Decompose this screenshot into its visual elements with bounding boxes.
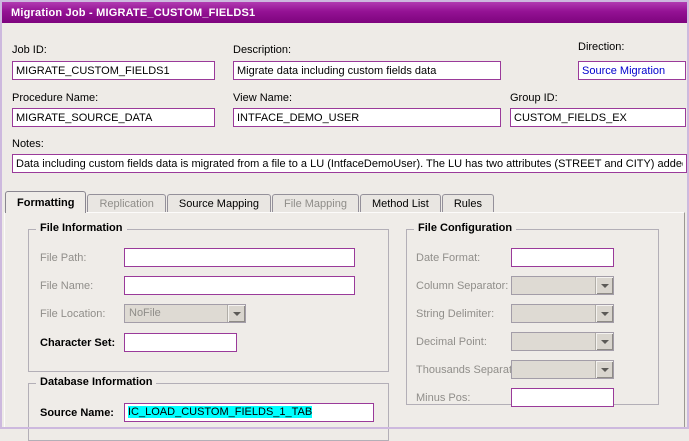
source-name-label: Source Name: (40, 407, 114, 419)
thousands-separator-value (512, 361, 595, 378)
decimal-point-value (512, 333, 595, 350)
view-name-label: View Name: (233, 92, 293, 104)
procedure-name-input[interactable] (12, 108, 215, 127)
tab-file-mapping[interactable]: File Mapping (271, 194, 359, 212)
file-name-label: File Name: (40, 280, 94, 292)
file-name-input[interactable] (124, 276, 355, 295)
direction-input[interactable] (578, 61, 686, 80)
column-separator-select[interactable] (511, 276, 614, 295)
string-delimiter-select[interactable] (511, 304, 614, 323)
file-location-label: File Location: (40, 308, 106, 320)
source-name-input[interactable]: IC_LOAD_CUSTOM_FIELDS_1_TAB (124, 403, 374, 422)
thousands-separator-dropdown-button[interactable] (595, 361, 613, 378)
column-separator-dropdown-button[interactable] (595, 277, 613, 294)
decimal-point-label: Decimal Point: (416, 336, 487, 348)
file-configuration-title: File Configuration (414, 222, 517, 235)
tab-formatting[interactable]: Formatting (5, 191, 87, 213)
notes-label: Notes: (12, 138, 44, 150)
column-separator-label: Column Separator: (416, 280, 509, 292)
notes-input[interactable] (12, 154, 687, 173)
file-path-label: File Path: (40, 252, 87, 264)
string-delimiter-label: String Delimiter: (416, 308, 495, 320)
file-location-dropdown-button[interactable] (227, 305, 245, 322)
window-titlebar[interactable]: Migration Job - MIGRATE_CUSTOM_FIELDS1 (2, 2, 687, 23)
view-name-input[interactable] (233, 108, 501, 127)
thousands-separator-label: Thousands Separator (416, 364, 522, 376)
description-input[interactable] (233, 61, 501, 80)
job-id-label: Job ID: (12, 44, 47, 56)
column-separator-value (512, 277, 595, 294)
minus-pos-input[interactable] (511, 388, 614, 407)
minus-pos-label: Minus Pos: (416, 392, 471, 404)
direction-label: Direction: (578, 41, 625, 53)
tab-strip: Formatting Replication Source Mapping Fi… (5, 191, 495, 213)
decimal-point-dropdown-button[interactable] (595, 333, 613, 350)
chevron-down-icon (600, 367, 609, 372)
decimal-point-select[interactable] (511, 332, 614, 351)
file-information-title: File Information (36, 222, 127, 235)
character-set-label: Character Set: (40, 337, 116, 349)
source-name-selected-text: IC_LOAD_CUSTOM_FIELDS_1_TAB (128, 406, 313, 418)
thousands-separator-select[interactable] (511, 360, 614, 379)
character-set-input[interactable] (124, 333, 237, 352)
file-path-input[interactable] (124, 248, 355, 267)
description-label: Description: (233, 44, 292, 56)
group-id-input[interactable] (510, 108, 686, 127)
window-title: Migration Job - MIGRATE_CUSTOM_FIELDS1 (11, 6, 256, 19)
string-delimiter-dropdown-button[interactable] (595, 305, 613, 322)
date-format-input[interactable] (511, 248, 614, 267)
string-delimiter-value (512, 305, 595, 322)
date-format-label: Date Format: (416, 252, 481, 264)
database-information-title: Database Information (36, 376, 157, 389)
chevron-down-icon (600, 311, 609, 316)
tab-rules[interactable]: Rules (441, 194, 494, 212)
tab-method-list[interactable]: Method List (359, 194, 441, 212)
file-location-value: NoFile (129, 307, 161, 319)
tab-replication[interactable]: Replication (87, 194, 166, 212)
job-id-input[interactable] (12, 61, 215, 80)
chevron-down-icon (600, 339, 609, 344)
file-location-select[interactable]: NoFile (124, 304, 246, 323)
procedure-name-label: Procedure Name: (12, 92, 99, 104)
chevron-down-icon (600, 283, 609, 288)
tab-source-mapping[interactable]: Source Mapping (166, 194, 271, 212)
group-id-label: Group ID: (510, 92, 558, 104)
chevron-down-icon (232, 311, 241, 316)
